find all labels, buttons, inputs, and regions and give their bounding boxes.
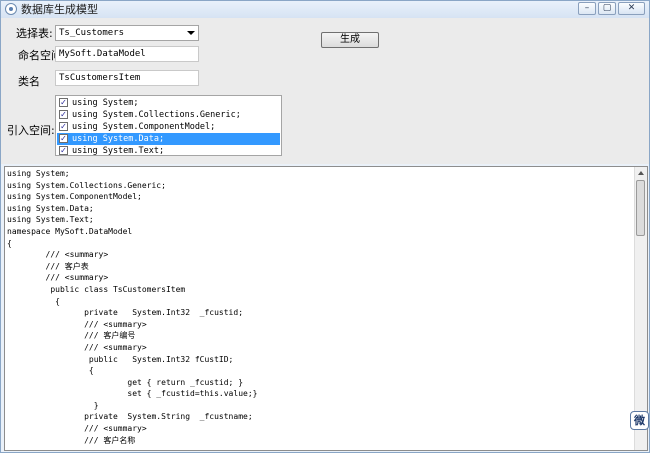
code-line: { <box>7 238 12 248</box>
minimize-button[interactable]: – <box>578 2 596 15</box>
close-button[interactable]: ✕ <box>618 2 645 15</box>
code-line: private System.String _fcustname; <box>7 412 253 422</box>
code-line: set { _fcustid=this.value;} <box>7 389 258 399</box>
class-name-input[interactable]: TsCustomersItem <box>55 70 199 86</box>
dropdown-arrow-icon[interactable] <box>187 31 195 35</box>
import-item-system[interactable]: ✓ using System; <box>57 97 280 109</box>
code-line: /// <summary> <box>7 424 147 434</box>
code-line: public System.Int32 fCustID; <box>7 354 234 364</box>
window-title: 数据库生成模型 <box>21 3 98 16</box>
namespace-input[interactable]: MySoft.DataModel <box>55 46 199 62</box>
code-line: } <box>7 400 99 410</box>
imports-checklist[interactable]: ✓ using System; ✓ using System.Collectio… <box>55 95 282 156</box>
code-line: using System.Collections.Generic; <box>7 180 166 190</box>
ime-badge-icon[interactable]: 微 <box>630 411 649 430</box>
code-line: /// 客户名称 <box>7 435 136 445</box>
import-item-label: using System; <box>72 98 139 108</box>
checkbox-checked-icon[interactable]: ✓ <box>59 122 68 131</box>
import-item-text[interactable]: ✓ using System.Text; <box>57 145 280 156</box>
code-line: private System.Int32 _fcustid; <box>7 308 244 318</box>
code-line: /// 客户编号 <box>7 331 136 341</box>
code-line: using System.Text; <box>7 215 94 225</box>
code-line: { <box>7 366 94 376</box>
import-item-data[interactable]: ✓ using System.Data; <box>57 133 280 145</box>
table-select-value: Ts_Customers <box>59 28 125 38</box>
scroll-up-icon[interactable] <box>638 171 644 175</box>
import-item-collections-generic[interactable]: ✓ using System.Collections.Generic; <box>57 109 280 121</box>
code-output: using System; using System.Collections.Ge… <box>7 168 257 446</box>
code-line: get { return _fcustid; } <box>7 377 244 387</box>
import-item-label: using System.Text; <box>72 146 165 156</box>
code-line: using System.Data; <box>7 203 94 213</box>
code-line: { <box>7 296 60 306</box>
app-window: 数据库生成模型 – ▢ ✕ 选择表: Ts_Customers 命名空间 MyS… <box>0 0 650 453</box>
class-name-label: 类名 <box>18 75 40 88</box>
import-item-label: using System.Data; <box>72 134 165 144</box>
scrollbar-thumb[interactable] <box>636 180 645 236</box>
imports-label: 引入空间: <box>7 124 55 137</box>
table-select[interactable]: Ts_Customers <box>55 25 199 41</box>
table-label: 选择表: <box>16 27 53 40</box>
code-line: /// <summary> <box>7 342 147 352</box>
checkbox-checked-icon[interactable]: ✓ <box>59 134 68 143</box>
import-item-label: using System.ComponentModel; <box>72 122 216 132</box>
title-bar: 数据库生成模型 – ▢ ✕ <box>1 1 649 18</box>
code-output-textarea[interactable]: using System; using System.Collections.Ge… <box>4 166 648 451</box>
code-line: using System; <box>7 169 70 178</box>
generate-button[interactable]: 生成 <box>321 32 379 48</box>
code-line: /// <summary> <box>7 273 109 283</box>
app-icon <box>5 3 17 15</box>
code-line: public class TsCustomersItem <box>7 284 186 294</box>
maximize-button[interactable]: ▢ <box>598 2 616 15</box>
checkbox-checked-icon[interactable]: ✓ <box>59 98 68 107</box>
code-line: /// <summary> <box>7 319 147 329</box>
vertical-scrollbar[interactable] <box>634 167 647 450</box>
import-item-componentmodel[interactable]: ✓ using System.ComponentModel; <box>57 121 280 133</box>
checkbox-checked-icon[interactable]: ✓ <box>59 146 68 155</box>
code-line: using System.ComponentModel; <box>7 192 142 202</box>
import-item-label: using System.Collections.Generic; <box>72 110 241 120</box>
checkbox-checked-icon[interactable]: ✓ <box>59 110 68 119</box>
code-line: /// <summary> <box>7 250 109 260</box>
code-line: /// 客户表 <box>7 261 89 271</box>
code-line: namespace MySoft.DataModel <box>7 226 133 236</box>
